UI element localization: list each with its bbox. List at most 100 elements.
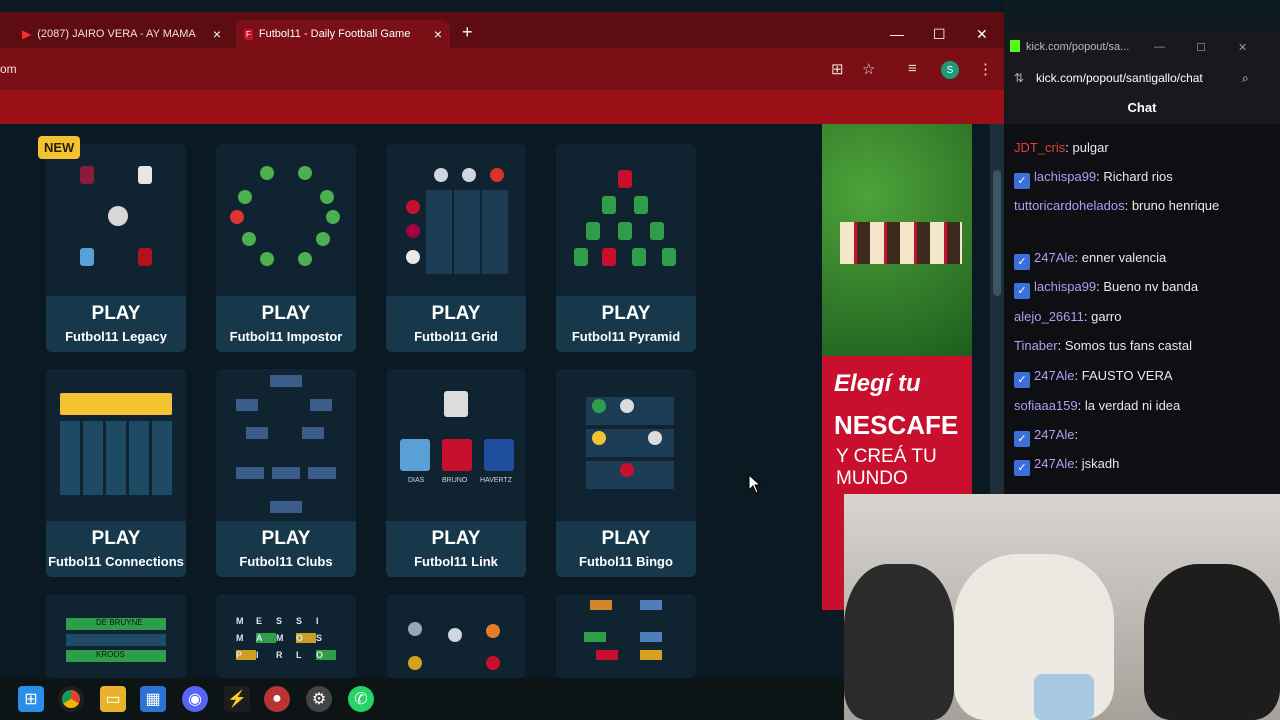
- flag-slot: [640, 632, 662, 642]
- chat-text: Bueno nv banda: [1103, 279, 1199, 294]
- chrome-icon[interactable]: [58, 686, 84, 712]
- game-name: Futbol11 Link: [414, 554, 498, 569]
- clubs-thumbnail: [216, 369, 356, 521]
- chat-username[interactable]: 247Ale: [1034, 368, 1074, 383]
- letter-tile: O: [316, 650, 336, 660]
- game-card-partial[interactable]: [556, 594, 696, 678]
- game-card-grid[interactable]: PLAY Futbol11 Grid: [386, 144, 526, 352]
- close-icon[interactable]: ×: [213, 26, 221, 42]
- chat-text: Richard rios: [1103, 169, 1173, 184]
- chat-username[interactable]: JDT_cris: [1014, 140, 1065, 155]
- game-card-legacy[interactable]: PLAY Futbol11 Legacy: [46, 144, 186, 352]
- jersey-icon: [80, 248, 94, 266]
- page-scrollbar[interactable]: [990, 124, 1004, 494]
- play-label: PLAY: [601, 303, 651, 324]
- flag-icon: [408, 656, 422, 670]
- chat-username[interactable]: 247Ale: [1034, 456, 1074, 471]
- chat-message: sofiaaa159: la verdad ni idea: [1014, 396, 1270, 416]
- card-footer: PLAY Futbol11 Link: [386, 521, 526, 577]
- jersey-icon: [138, 248, 152, 266]
- verified-badge-icon: ✓: [1014, 460, 1030, 476]
- game-card-bingo[interactable]: PLAY Futbol11 Bingo: [556, 369, 696, 577]
- chat-username[interactable]: lachispa99: [1034, 279, 1096, 294]
- ad-tagline: Elegí tu: [834, 370, 921, 397]
- media-icon[interactable]: ≡: [908, 60, 917, 77]
- chat-window-title: kick.com/popout/sa... — ☐ ✕: [1004, 30, 1280, 64]
- ad-leaves-image: [822, 124, 972, 356]
- close-window-icon[interactable]: ✕: [1238, 41, 1247, 54]
- chat-text: Somos tus fans castal: [1064, 338, 1193, 353]
- game-card-partial[interactable]: DE BRUYNE KROOS: [46, 594, 186, 678]
- game-name: Futbol11 Legacy: [65, 329, 167, 344]
- player-icon: [632, 248, 646, 266]
- letter-tile: A: [256, 633, 276, 643]
- file-explorer-icon[interactable]: ▭: [100, 686, 126, 712]
- new-tab-icon[interactable]: +: [462, 22, 473, 43]
- game-card-connections[interactable]: PLAY Futbol11 Connections: [46, 369, 186, 577]
- settings-icon[interactable]: ⚙: [306, 686, 332, 712]
- player-icon: [602, 248, 616, 266]
- close-icon[interactable]: ×: [434, 26, 442, 42]
- game-card-clubs[interactable]: PLAY Futbol11 Clubs: [216, 369, 356, 577]
- site-info-icon[interactable]: ⇅: [1014, 71, 1024, 85]
- chat-address-bar[interactable]: ⇅ kick.com/popout/santigallo/chat ⌕: [1004, 64, 1280, 92]
- store-icon[interactable]: ▦: [140, 686, 166, 712]
- club-logo-icon: [408, 622, 422, 636]
- chat-message: ✓ 247Ale: enner valencia: [1014, 248, 1270, 270]
- player-icon: [238, 190, 252, 204]
- ad-slogan: Y CREÁ TU MUNDO: [836, 446, 937, 489]
- play-label: PLAY: [91, 528, 141, 549]
- chat-username[interactable]: tuttoricardohelados: [1014, 198, 1125, 213]
- chat-username[interactable]: 247Ale: [1034, 250, 1074, 265]
- partial-thumbnail: DE BRUYNE KROOS: [46, 594, 186, 678]
- game-card-impostor[interactable]: PLAY Futbol11 Impostor: [216, 144, 356, 352]
- player-silhouette-icon: [108, 206, 128, 226]
- letter-tile: S: [276, 616, 283, 626]
- chat-username[interactable]: sofiaaa159: [1014, 398, 1078, 413]
- player-name: DIAS: [408, 477, 425, 484]
- game-card-partial[interactable]: [386, 594, 526, 678]
- app-icon[interactable]: ⚡: [224, 686, 250, 712]
- club-logo-icon: [620, 399, 634, 413]
- letter-tile: M: [236, 616, 244, 626]
- flag-slot: [640, 600, 662, 610]
- club-slot: [270, 375, 302, 387]
- tab-youtube[interactable]: ▶ (2087) JAIRO VERA - AY MAMA ×: [14, 20, 229, 48]
- minimize-icon[interactable]: —: [890, 26, 904, 42]
- minimize-icon[interactable]: —: [1154, 41, 1165, 53]
- menu-icon[interactable]: ⋮: [978, 60, 993, 78]
- star-icon[interactable]: ☆: [862, 60, 875, 78]
- windows-start-icon[interactable]: ⊞: [18, 686, 44, 712]
- close-window-icon[interactable]: ✕: [976, 26, 988, 43]
- game-card-link[interactable]: DIAS BRUNO HAVERTZ PLAY Futbol11 Link: [386, 369, 526, 577]
- tab-futbol11[interactable]: F Futbol11 - Daily Football Game ×: [236, 20, 450, 48]
- connections-thumbnail: [46, 369, 186, 521]
- game-card-pyramid[interactable]: PLAY Futbol11 Pyramid: [556, 144, 696, 352]
- player-icon: [662, 248, 676, 266]
- play-label: PLAY: [261, 303, 311, 324]
- game-card-partial[interactable]: M E S S I M A M O S P I R L O: [216, 594, 356, 678]
- grid-cells: [426, 190, 510, 274]
- game-name: Futbol11 Pyramid: [571, 329, 681, 344]
- chat-username[interactable]: lachispa99: [1034, 169, 1096, 184]
- whatsapp-icon[interactable]: ✆: [348, 686, 374, 712]
- flag-icon: [620, 463, 634, 477]
- card-footer: PLAY Futbol11 Bingo: [556, 521, 696, 577]
- game-name: Futbol11 Bingo: [579, 554, 673, 569]
- avatar[interactable]: S: [941, 61, 959, 79]
- chat-username[interactable]: Tinaber: [1014, 338, 1058, 353]
- chat-username[interactable]: 247Ale: [1034, 427, 1074, 442]
- app-icon[interactable]: ●: [264, 686, 290, 712]
- maximize-icon[interactable]: ☐: [933, 26, 946, 43]
- maximize-icon[interactable]: ☐: [1196, 41, 1206, 54]
- search-icon[interactable]: ⌕: [1242, 71, 1249, 86]
- verified-badge-icon: ✓: [1014, 254, 1030, 270]
- verified-badge-icon: ✓: [1014, 173, 1030, 189]
- discord-icon[interactable]: ◉: [182, 686, 208, 712]
- play-label: PLAY: [601, 528, 651, 549]
- scrollbar-thumb[interactable]: [993, 170, 1001, 296]
- address-bar[interactable]: om: [0, 62, 17, 76]
- chat-username[interactable]: alejo_26611: [1014, 309, 1084, 324]
- translate-icon[interactable]: ⊞: [831, 60, 844, 78]
- letter-tile: M: [276, 633, 284, 643]
